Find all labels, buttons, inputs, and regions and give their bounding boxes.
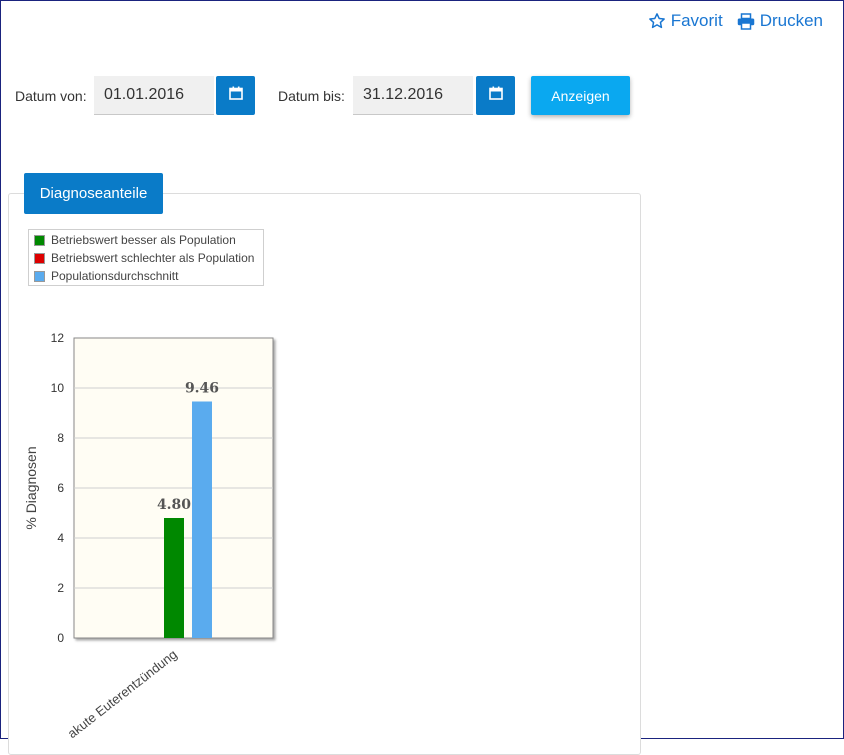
x-category-label: akute Euterentzündung [65,647,180,742]
y-axis-label: % Diagnosen [23,446,39,529]
y-tick-label: 0 [57,631,64,645]
data-label: 4.80 [157,497,191,513]
bar-chart: 0 2 4 6 8 10 12 4.80 9.46 % Diagnosen akute Eut… [23,331,274,742]
y-tick-label: 6 [57,481,64,495]
y-axis-ticks: 0 2 4 6 8 10 12 [51,331,65,645]
y-tick-label: 10 [51,381,65,395]
data-label: 9.46 [185,381,219,397]
y-tick-label: 2 [57,581,64,595]
y-tick-label: 4 [57,531,64,545]
bar-betriebswert [164,518,184,638]
y-tick-label: 8 [57,431,64,445]
y-tick-label: 12 [51,331,65,345]
bar-population [192,401,212,638]
